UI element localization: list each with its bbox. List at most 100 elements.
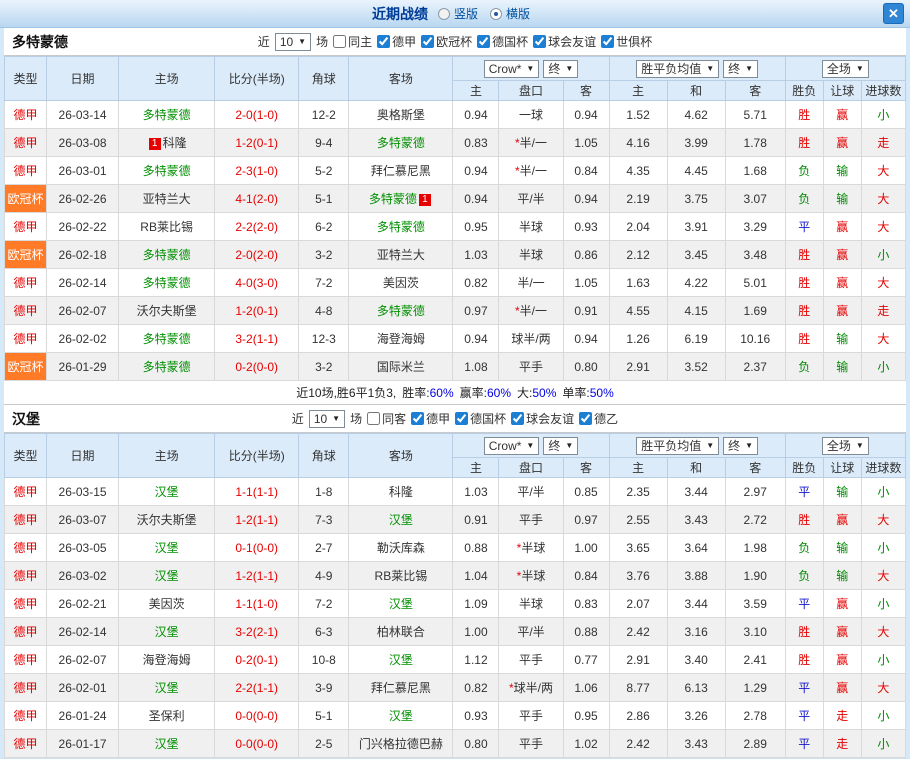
league-checkbox-input[interactable]: [477, 35, 490, 48]
asia-home-odds-cell: 1.09: [453, 590, 499, 618]
home-team-cell: RB莱比锡: [119, 213, 215, 241]
europe-avg-dropdown[interactable]: 胜平负均值▼: [636, 437, 719, 455]
chevron-down-icon: ▼: [565, 64, 573, 73]
league-type-cell: 德甲: [5, 297, 47, 325]
record-stats: 胜率:60%赢率:60%大:50%单率:50%: [396, 386, 614, 400]
score-cell: 1-2(1-1): [215, 506, 299, 534]
euro-home-odds-cell: 2.07: [609, 590, 667, 618]
handicap-cell: 半球: [499, 213, 563, 241]
corner-cell: 3-9: [299, 674, 349, 702]
score-cell: 1-1(1-0): [215, 590, 299, 618]
league-filter-checkbox[interactable]: 德甲: [411, 410, 450, 427]
team-name-text: 多特蒙德: [143, 164, 191, 178]
asia-away-odds-cell: 0.77: [563, 646, 609, 674]
col-date: 日期: [47, 434, 119, 478]
league-checkbox-label: 德甲: [426, 410, 450, 427]
asia-away-odds-cell: 0.80: [563, 353, 609, 381]
euro-draw-odds-cell: 3.43: [667, 730, 725, 758]
score-cell: 0-0(0-0): [215, 730, 299, 758]
europe-final-dropdown[interactable]: 终▼: [723, 60, 758, 78]
europe-odds-header: 胜平负均值▼ 终▼: [609, 434, 785, 458]
match-row: 德甲26-03-07沃尔夫斯堡1-2(1-1)7-3汉堡0.91平手0.972.…: [5, 506, 906, 534]
home-team-cell: 沃尔夫斯堡: [119, 297, 215, 325]
away-team-cell: RB莱比锡: [349, 562, 453, 590]
result-header: 全场▼: [785, 57, 905, 81]
asia-final-dropdown[interactable]: 终▼: [543, 437, 578, 455]
asia-away-odds-cell: 0.95: [563, 702, 609, 730]
europe-avg-dropdown[interactable]: 胜平负均值▼: [636, 60, 719, 78]
asia-home-odds-cell: 0.83: [453, 129, 499, 157]
league-checkbox-input[interactable]: [421, 35, 434, 48]
handicap-result-cell: 赢: [823, 129, 861, 157]
league-checkbox-input[interactable]: [377, 35, 390, 48]
goals-result-cell: 大: [861, 185, 905, 213]
league-filter-checkbox[interactable]: 欧冠杯: [421, 33, 472, 50]
league-filter-checkbox[interactable]: 德国杯: [455, 410, 506, 427]
euro-away-odds-cell: 2.97: [725, 478, 785, 506]
bookmaker-dropdown[interactable]: Crow*▼: [484, 60, 540, 78]
league-type-cell: 德甲: [5, 702, 47, 730]
same-venue-checkbox[interactable]: 同主: [333, 33, 372, 50]
bookmaker-dropdown[interactable]: Crow*▼: [484, 437, 540, 455]
near-label: 近: [292, 410, 304, 427]
vertical-layout-label: 竖版: [454, 5, 478, 22]
same-venue-checkbox-input[interactable]: [333, 35, 346, 48]
asia-final-dropdown[interactable]: 终▼: [543, 60, 578, 78]
league-checkbox-input[interactable]: [511, 412, 524, 425]
scope-dropdown[interactable]: 全场▼: [822, 437, 869, 455]
vertical-layout-radio[interactable]: [438, 8, 450, 20]
same-venue-checkbox[interactable]: 同客: [367, 410, 406, 427]
corner-cell: 9-4: [299, 129, 349, 157]
match-count-dropdown[interactable]: 10▼: [275, 33, 311, 51]
euro-draw-odds-cell: 3.45: [667, 241, 725, 269]
team-name-text: RB莱比锡: [140, 220, 193, 234]
league-checkbox-input[interactable]: [579, 412, 592, 425]
league-filter-checkbox[interactable]: 德乙: [579, 410, 618, 427]
asia-home-odds-cell: 1.08: [453, 353, 499, 381]
asia-away-odds-cell: 0.85: [563, 478, 609, 506]
handicap-result-cell: 输: [823, 353, 861, 381]
asia-home-odds-cell: 0.94: [453, 325, 499, 353]
goals-result-cell: 小: [861, 101, 905, 129]
away-favored-star: *: [517, 541, 522, 555]
score-cell: 0-2(0-0): [215, 353, 299, 381]
league-checkbox-input[interactable]: [455, 412, 468, 425]
league-filter-checkbox[interactable]: 德甲: [377, 33, 416, 50]
same-venue-checkbox-input[interactable]: [367, 412, 380, 425]
home-team-cell: 海登海姆: [119, 646, 215, 674]
league-checkbox-label: 德国杯: [470, 410, 506, 427]
chevron-down-icon: ▼: [565, 441, 573, 450]
col-euro-draw: 和: [667, 458, 725, 478]
league-filter-checkbox[interactable]: 德国杯: [477, 33, 528, 50]
score-cell: 3-2(2-1): [215, 618, 299, 646]
league-filter-checkbox[interactable]: 球会友谊: [511, 410, 574, 427]
match-count-dropdown[interactable]: 10▼: [309, 410, 345, 428]
match-row: 德甲26-01-24圣保利0-0(0-0)5-1汉堡0.93平手0.952.86…: [5, 702, 906, 730]
league-checkbox-input[interactable]: [411, 412, 424, 425]
match-row: 德甲26-03-05汉堡0-1(0-0)2-7勒沃库森0.88*半球1.003.…: [5, 534, 906, 562]
europe-odds-header: 胜平负均值▼ 终▼: [609, 57, 785, 81]
league-type-cell: 德甲: [5, 129, 47, 157]
handicap-result-cell: 赢: [823, 297, 861, 325]
home-team-cell: 多特蒙德: [119, 353, 215, 381]
euro-draw-odds-cell: 6.13: [667, 674, 725, 702]
handicap-result-cell: 赢: [823, 590, 861, 618]
league-filter-checkbox[interactable]: 世俱杯: [601, 33, 652, 50]
scope-dropdown[interactable]: 全场▼: [822, 60, 869, 78]
score-cell: 1-2(0-1): [215, 129, 299, 157]
asia-away-odds-cell: 1.00: [563, 534, 609, 562]
europe-final-dropdown[interactable]: 终▼: [723, 437, 758, 455]
league-checkbox-input[interactable]: [533, 35, 546, 48]
league-filter-checkbox[interactable]: 球会友谊: [533, 33, 596, 50]
col-score: 比分(半场): [215, 57, 299, 101]
goals-result-cell: 小: [861, 702, 905, 730]
euro-home-odds-cell: 2.55: [609, 506, 667, 534]
asia-away-odds-cell: 0.94: [563, 185, 609, 213]
team-name: 多特蒙德: [12, 32, 68, 52]
league-checkbox-input[interactable]: [601, 35, 614, 48]
result-cell: 平: [785, 590, 823, 618]
chevron-down-icon: ▼: [298, 37, 306, 46]
horizontal-layout-radio[interactable]: [490, 8, 502, 20]
result-cell: 平: [785, 213, 823, 241]
close-button[interactable]: ✕: [883, 3, 904, 24]
